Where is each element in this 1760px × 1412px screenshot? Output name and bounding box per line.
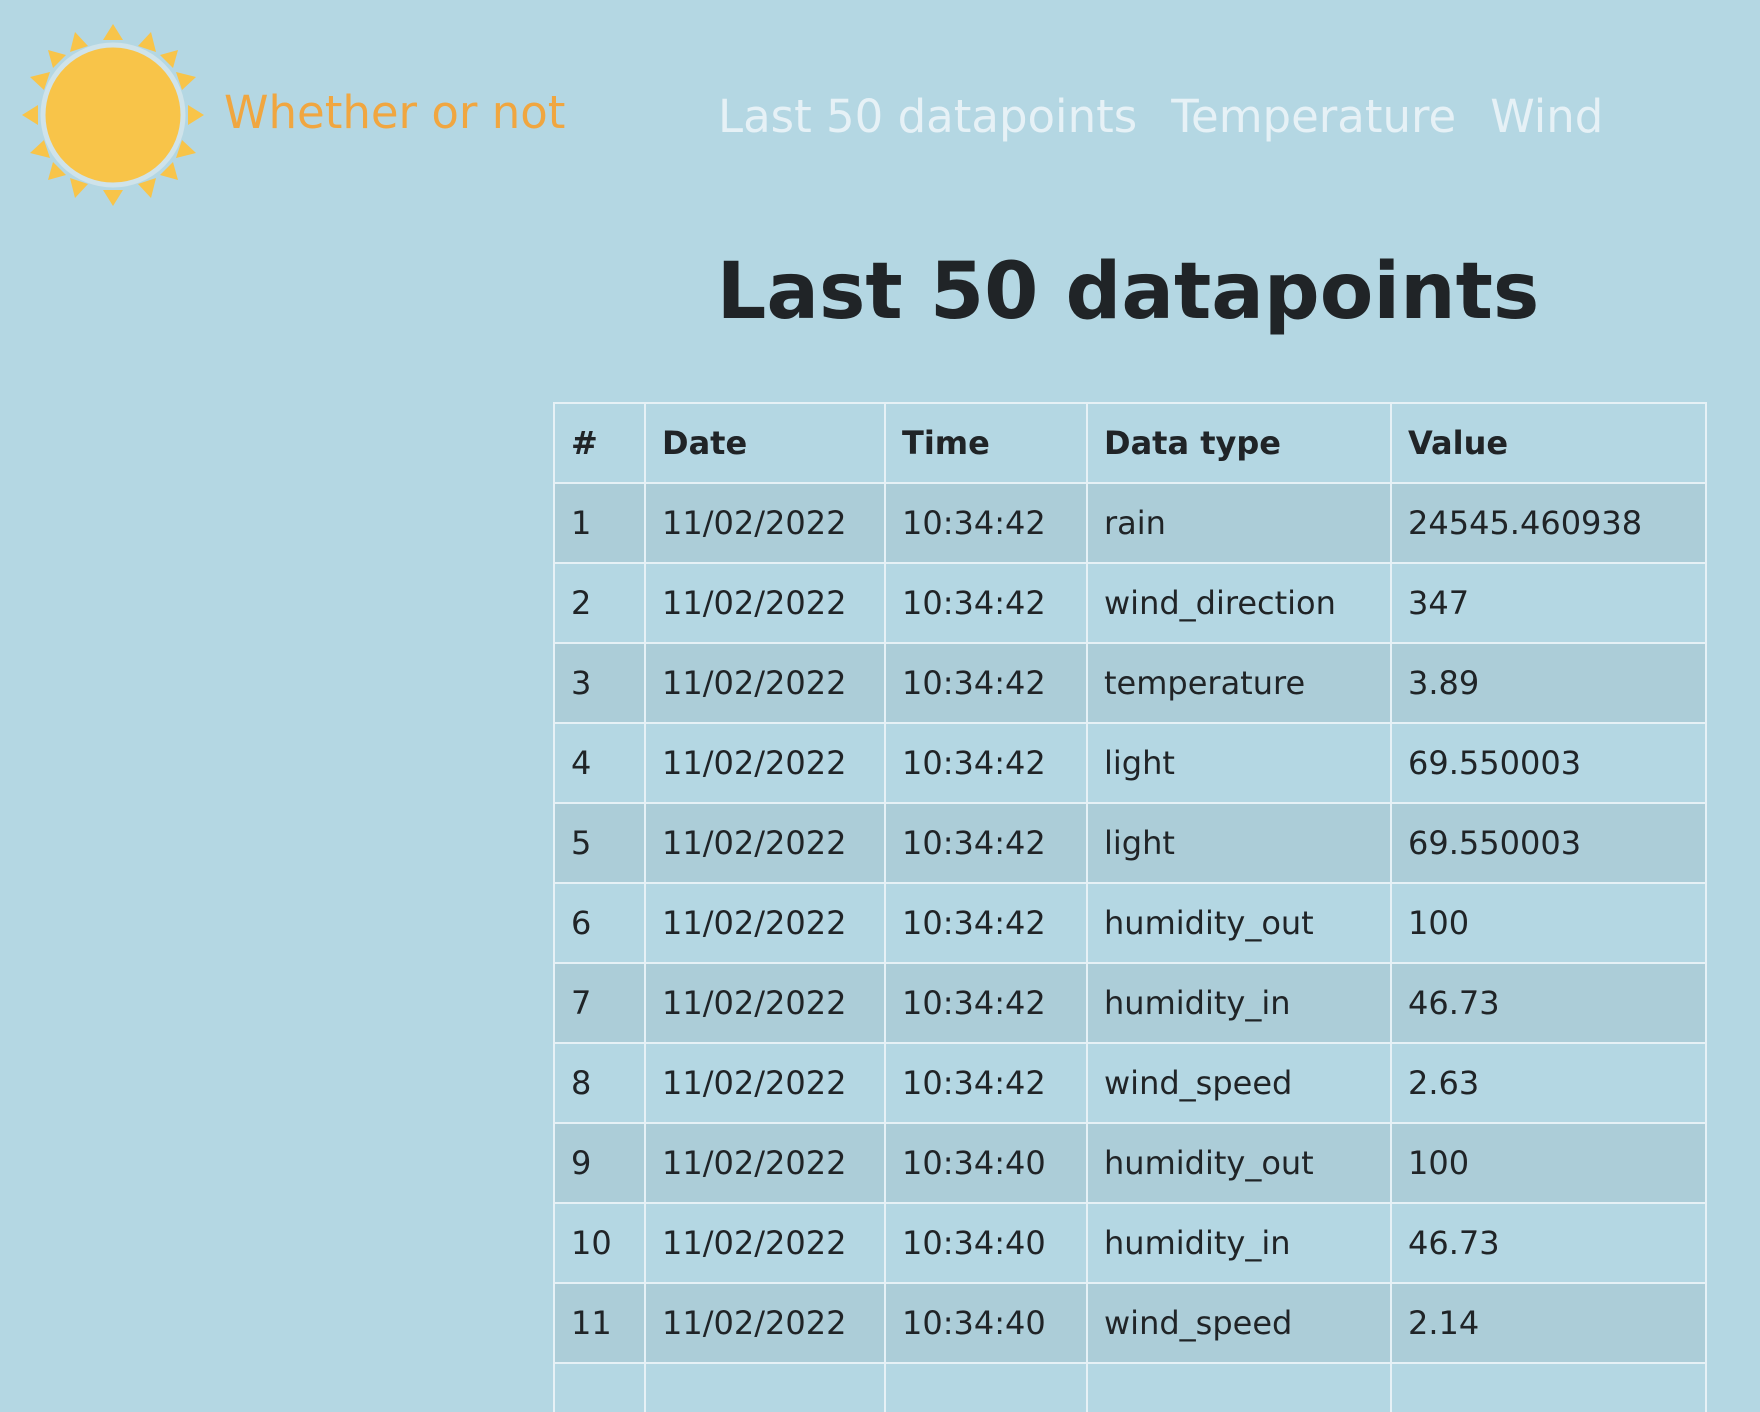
cell-empty (1390, 1362, 1707, 1412)
cell-data-type: wind_speed (1086, 1042, 1392, 1124)
cell-value: 3.89 (1390, 642, 1707, 724)
cell-data-type: temperature (1086, 642, 1392, 724)
cell-date: 11/02/2022 (644, 642, 886, 724)
cell-date: 11/02/2022 (644, 1122, 886, 1204)
cell-empty (553, 1362, 646, 1412)
table-row: 11 11/02/2022 10:34:40 wind_speed 2.14 (553, 1282, 1707, 1364)
cell-index: 8 (553, 1042, 646, 1124)
table-row: 10 11/02/2022 10:34:40 humidity_in 46.73 (553, 1202, 1707, 1284)
cell-date: 11/02/2022 (644, 962, 886, 1044)
cell-date: 11/02/2022 (644, 722, 886, 804)
cell-data-type: rain (1086, 482, 1392, 564)
table-row: 5 11/02/2022 10:34:42 light 69.550003 (553, 802, 1707, 884)
cell-empty (1086, 1362, 1392, 1412)
cell-data-type: light (1086, 802, 1392, 884)
page-title: Last 50 datapoints (716, 247, 1540, 337)
cell-value: 46.73 (1390, 962, 1707, 1044)
brand-link[interactable]: Whether or not (224, 80, 565, 146)
nav-wind[interactable]: Wind (1490, 84, 1603, 150)
cell-data-type: light (1086, 722, 1392, 804)
cell-data-type: humidity_out (1086, 1122, 1392, 1204)
cell-date: 11/02/2022 (644, 1282, 886, 1364)
cell-data-type: humidity_in (1086, 962, 1392, 1044)
nav-temperature[interactable]: Temperature (1171, 84, 1456, 150)
cell-time: 10:34:42 (884, 882, 1088, 964)
page: Whether or not Last 50 datapoints Temper… (0, 0, 1760, 1412)
cell-index: 11 (553, 1282, 646, 1364)
cell-data-type: humidity_in (1086, 1202, 1392, 1284)
cell-date: 11/02/2022 (644, 562, 886, 644)
cell-time: 10:34:40 (884, 1122, 1088, 1204)
table-row: 2 11/02/2022 10:34:42 wind_direction 347 (553, 562, 1707, 644)
cell-value: 69.550003 (1390, 802, 1707, 884)
cell-value: 2.14 (1390, 1282, 1707, 1364)
cell-date: 11/02/2022 (644, 1042, 886, 1124)
cell-data-type: wind_direction (1086, 562, 1392, 644)
cell-value: 347 (1390, 562, 1707, 644)
table-row: 1 11/02/2022 10:34:42 rain 24545.460938 (553, 482, 1707, 564)
cell-date: 11/02/2022 (644, 802, 886, 884)
table-row: 6 11/02/2022 10:34:42 humidity_out 100 (553, 882, 1707, 964)
cell-time: 10:34:42 (884, 562, 1088, 644)
cell-time: 10:34:42 (884, 1042, 1088, 1124)
cell-value: 46.73 (1390, 1202, 1707, 1284)
table-header-row: # Date Time Data type Value (553, 402, 1707, 484)
header-time: Time (884, 402, 1088, 484)
cell-value: 100 (1390, 1122, 1707, 1204)
cell-index: 1 (553, 482, 646, 564)
table-row: 9 11/02/2022 10:34:40 humidity_out 100 (553, 1122, 1707, 1204)
sun-icon[interactable] (22, 24, 204, 206)
cell-data-type: humidity_out (1086, 882, 1392, 964)
cell-data-type: wind_speed (1086, 1282, 1392, 1364)
header-data-type: Data type (1086, 402, 1392, 484)
cell-value: 24545.460938 (1390, 482, 1707, 564)
cell-index: 2 (553, 562, 646, 644)
cell-index: 7 (553, 962, 646, 1044)
cell-value: 2.63 (1390, 1042, 1707, 1124)
cell-time: 10:34:42 (884, 642, 1088, 724)
cell-value: 69.550003 (1390, 722, 1707, 804)
cell-date: 11/02/2022 (644, 1202, 886, 1284)
cell-index: 9 (553, 1122, 646, 1204)
header-date: Date (644, 402, 886, 484)
datapoints-table: # Date Time Data type Value 1 11/02/2022… (553, 402, 1707, 1412)
cell-value: 100 (1390, 882, 1707, 964)
cell-time: 10:34:42 (884, 482, 1088, 564)
cell-empty (644, 1362, 886, 1412)
table-row: 8 11/02/2022 10:34:42 wind_speed 2.63 (553, 1042, 1707, 1124)
table-row: 3 11/02/2022 10:34:42 temperature 3.89 (553, 642, 1707, 724)
cell-empty (884, 1362, 1088, 1412)
header-value: Value (1390, 402, 1707, 484)
cell-time: 10:34:42 (884, 962, 1088, 1044)
nav-last-50-datapoints[interactable]: Last 50 datapoints (718, 84, 1137, 150)
table-row: 7 11/02/2022 10:34:42 humidity_in 46.73 (553, 962, 1707, 1044)
cell-date: 11/02/2022 (644, 882, 886, 964)
main-nav: Last 50 datapoints Temperature Wind (718, 84, 1603, 150)
cell-time: 10:34:42 (884, 722, 1088, 804)
cell-time: 10:34:42 (884, 802, 1088, 884)
table-row: 4 11/02/2022 10:34:42 light 69.550003 (553, 722, 1707, 804)
cell-index: 10 (553, 1202, 646, 1284)
cell-time: 10:34:40 (884, 1202, 1088, 1284)
table-row-partial (553, 1362, 1707, 1412)
cell-index: 6 (553, 882, 646, 964)
cell-index: 5 (553, 802, 646, 884)
cell-date: 11/02/2022 (644, 482, 886, 564)
cell-index: 4 (553, 722, 646, 804)
cell-time: 10:34:40 (884, 1282, 1088, 1364)
cell-index: 3 (553, 642, 646, 724)
header-index: # (553, 402, 646, 484)
